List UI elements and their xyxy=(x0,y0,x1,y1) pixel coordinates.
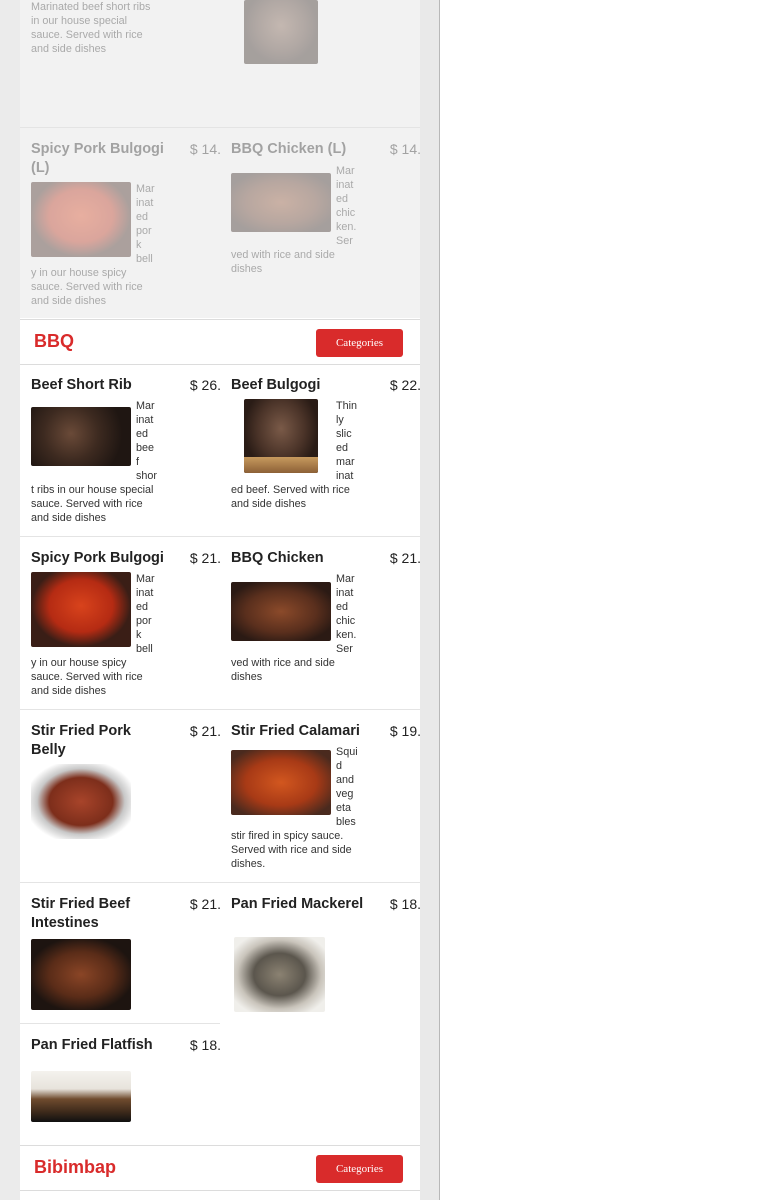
item-description-narrow: Thin ly slic ed mar inat xyxy=(336,400,358,482)
row-divider xyxy=(20,882,420,883)
item-name: Beef Short Rib xyxy=(31,377,132,393)
section-header-bbq: BBQ Categories xyxy=(20,319,420,365)
bbq-chicken-image xyxy=(231,582,331,641)
menu-column: Marinated beef short ribs in our house s… xyxy=(20,0,421,1200)
item-name: BBQ Chicken (L) xyxy=(231,141,347,157)
stir-fried-calamari-image xyxy=(231,750,331,815)
item-description-narrow: Mar inat ed chic ken. Ser xyxy=(336,573,357,655)
menu-item-beef-short-rib[interactable]: Beef Short Rib $ 26. Mar inat ed bee f s… xyxy=(31,376,221,526)
menu-item-bbq-chicken[interactable]: BBQ Chicken $ 21. Mar inat ed chic ken. … xyxy=(231,549,421,699)
pan-fried-flatfish-image xyxy=(31,1071,131,1122)
item-price: $ 18. xyxy=(189,1037,221,1053)
beef-bulgogi-image xyxy=(244,399,318,473)
menu-item-partial-left[interactable]: Marinated beef short ribs in our house s… xyxy=(31,0,221,120)
categories-button[interactable]: Categories xyxy=(316,329,403,357)
item-description: y in our house spicy sauce. Served with … xyxy=(31,657,143,697)
item-description: ved with rice and side dishes xyxy=(231,657,335,683)
item-description: ed beef. Served with rice and side dishe… xyxy=(231,484,350,510)
item-price: $ 26. xyxy=(189,377,221,393)
bbq-chicken-image xyxy=(231,173,331,232)
categories-button[interactable]: Categories xyxy=(316,1155,403,1183)
item-description-narrow: Mar inat ed por k bell xyxy=(136,183,155,265)
menu-item-stir-fried-beef-intestines[interactable]: Stir Fried Beef Intestines $ 21. xyxy=(31,895,221,1015)
spicy-pork-image xyxy=(31,182,131,257)
item-name: Pan Fried Mackerel xyxy=(231,896,364,912)
item-price: $ 14. xyxy=(189,141,221,157)
item-name: Stir Fried Beef Intestines xyxy=(31,896,131,931)
menu-item-spicy-pork-bulgogi[interactable]: Spicy Pork Bulgogi $ 21. Mar inat ed por… xyxy=(31,549,221,699)
pan-fried-mackerel-image xyxy=(234,937,325,1012)
item-description-narrow: Squi d and veg eta bles xyxy=(336,746,358,828)
item-price: $ 21. xyxy=(189,896,221,912)
item-price: $ 21. xyxy=(189,723,221,739)
beef-short-rib-image xyxy=(31,407,131,466)
menu-page: Marinated beef short ribs in our house s… xyxy=(0,0,770,1200)
left-gutter xyxy=(0,0,20,1200)
row-divider xyxy=(20,1023,220,1024)
item-price: $ 14. xyxy=(389,141,421,157)
item-name: Spicy Pork Bulgogi xyxy=(31,550,164,566)
section-header-bibimbap: Bibimbap Categories xyxy=(20,1145,420,1191)
item-description: ved with rice and side dishes xyxy=(231,249,335,275)
stir-fried-beef-intestines-image xyxy=(31,939,131,1010)
row-divider xyxy=(20,709,420,710)
menu-item-partial-right[interactable] xyxy=(231,0,421,110)
menu-item-spicy-pork-bulgogi-l[interactable]: Spicy Pork Bulgogi (L) $ 14. Mar inat ed… xyxy=(31,140,221,310)
item-description: Marinated beef short ribs in our house s… xyxy=(31,1,151,55)
menu-item-stir-fried-calamari[interactable]: Stir Fried Calamari $ 19. Squi d and veg… xyxy=(231,722,421,872)
item-price: $ 22. xyxy=(389,377,421,393)
item-price: $ 18. xyxy=(389,896,421,912)
menu-item-stir-fried-pork-belly[interactable]: Stir Fried Pork Belly $ 21. xyxy=(31,722,221,872)
right-gutter xyxy=(420,0,440,1200)
item-name: BBQ Chicken xyxy=(231,550,324,566)
row-divider xyxy=(20,536,420,537)
menu-item-beef-bulgogi[interactable]: Beef Bulgogi $ 22. Thin ly slic ed mar i… xyxy=(231,376,421,526)
item-description-narrow: Mar inat ed bee f shor xyxy=(136,400,158,482)
menu-item-pan-fried-mackerel[interactable]: Pan Fried Mackerel $ 18. xyxy=(231,895,421,1015)
item-description: y in our house spicy sauce. Served with … xyxy=(31,267,143,307)
item-price: $ 21. xyxy=(189,550,221,566)
item-name: Spicy Pork Bulgogi (L) xyxy=(31,141,164,176)
item-description-narrow: Mar inat ed por k bell xyxy=(136,573,155,655)
spicy-pork-bulgogi-image xyxy=(31,572,131,647)
item-description: stir fired in spicy sauce. Served with r… xyxy=(231,830,352,870)
beef-bulgogi-image xyxy=(244,0,318,64)
item-price: $ 21. xyxy=(389,550,421,566)
item-name: Stir Fried Calamari xyxy=(231,723,360,739)
row-divider xyxy=(20,127,420,128)
stir-fried-pork-belly-image xyxy=(31,764,131,839)
section-title: BBQ xyxy=(34,331,74,351)
section-title: Bibimbap xyxy=(34,1157,117,1177)
item-description: t ribs in our house special sauce. Serve… xyxy=(31,484,154,524)
menu-item-pan-fried-flatfish[interactable]: Pan Fried Flatfish $ 18. xyxy=(31,1036,221,1136)
item-name: Pan Fried Flatfish xyxy=(31,1037,153,1053)
item-description-narrow: Mar inat ed chic ken. Ser xyxy=(336,165,357,247)
menu-item-bbq-chicken-l[interactable]: BBQ Chicken (L) $ 14. Mar inat ed chic k… xyxy=(231,140,421,310)
item-name: Beef Bulgogi xyxy=(231,377,321,393)
item-name: Stir Fried Pork Belly xyxy=(31,723,131,758)
item-price: $ 19. xyxy=(389,723,421,739)
